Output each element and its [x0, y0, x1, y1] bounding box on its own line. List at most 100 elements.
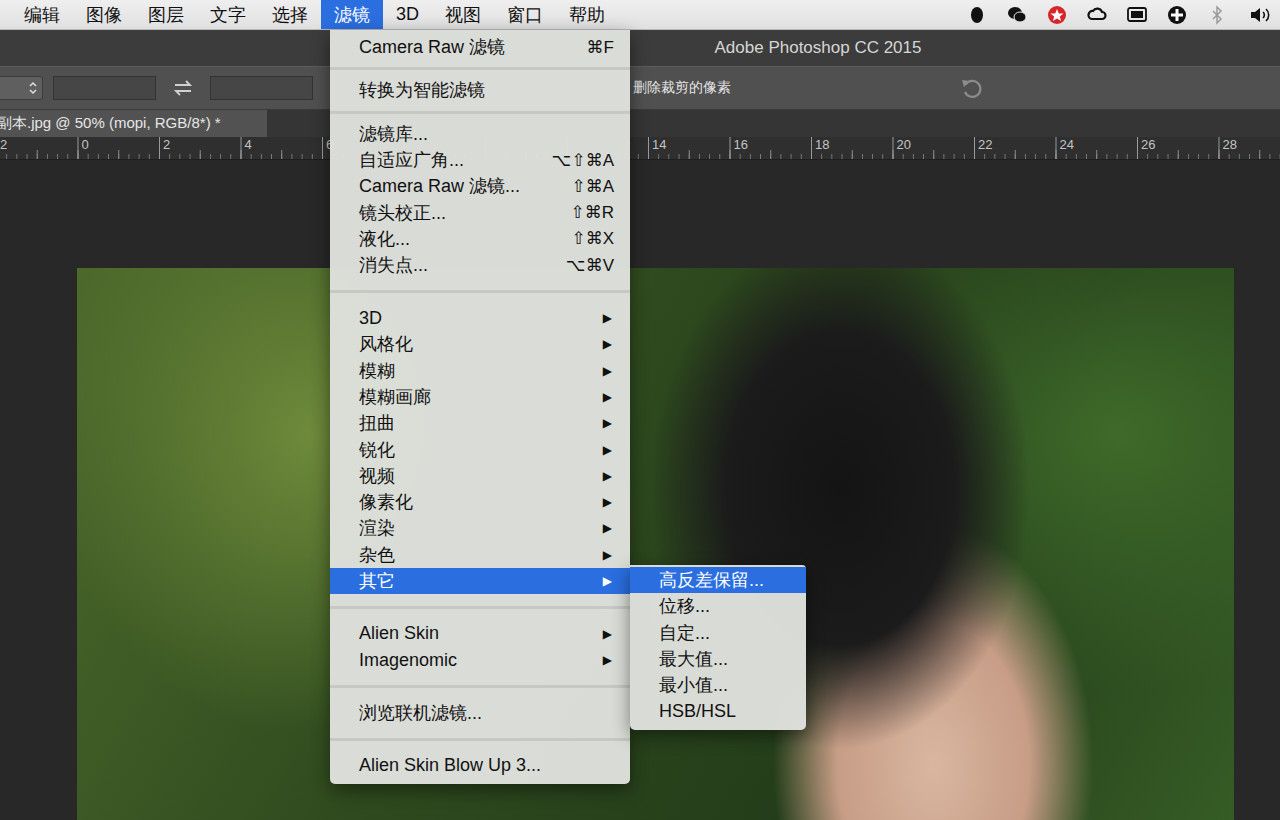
height-field[interactable] [210, 76, 313, 100]
menu-item-label: 风格化 [359, 332, 603, 356]
ruler-tick-label: 0 [79, 137, 161, 152]
menu-item[interactable]: 转换为智能滤镜 [330, 77, 630, 103]
submenu-item[interactable]: 最大值... [630, 646, 806, 672]
menu-bar-item[interactable]: 3D [383, 0, 432, 29]
menu-item-label: 浏览联机滤镜... [359, 701, 614, 725]
separator-line [330, 685, 630, 688]
menu-bar-item[interactable]: 选择 [259, 0, 321, 29]
submenu-item[interactable]: HSB/HSL [630, 698, 806, 724]
ruler-tick-group: 1416182022242628 [649, 137, 1280, 152]
wechat-icon[interactable] [1006, 4, 1028, 26]
menu-item[interactable]: 像素化▶ [330, 489, 630, 515]
menu-item-shortcut: ⇧⌘A [571, 176, 614, 197]
photo[interactable] [77, 268, 1234, 820]
menu-bar-item[interactable]: 编辑 [11, 0, 73, 29]
menu-item[interactable]: 模糊画廊▶ [330, 384, 630, 410]
menu-item[interactable]: 滤镜库... [330, 121, 630, 147]
menu-item-label: 像素化 [359, 490, 603, 514]
ruler-tick-label: 16 [731, 137, 813, 152]
menu-item[interactable]: Imagenomic▶ [330, 647, 630, 673]
menu-separator [330, 726, 630, 753]
width-field[interactable] [53, 76, 156, 100]
bluetooth-icon[interactable] [1206, 4, 1228, 26]
menu-bar-item[interactable]: 帮助 [556, 0, 618, 29]
separator-line [330, 111, 630, 114]
menu-item[interactable]: 扭曲▶ [330, 410, 630, 436]
menu-item[interactable]: Alien Skin Blow Up 3... [330, 753, 630, 779]
menu-item[interactable]: 锐化▶ [330, 436, 630, 462]
menu-item[interactable]: 镜头校正...⇧⌘R [330, 199, 630, 225]
separator-line [330, 738, 630, 741]
menu-bar-item[interactable]: 窗口 [494, 0, 556, 29]
volume-icon[interactable] [1246, 4, 1272, 26]
other-submenu: 高反差保留...位移...自定...最大值...最小值... HSB/HSL [630, 565, 806, 730]
ruler-tick-label: 4 [242, 137, 324, 152]
submenu-arrow: ▶ [603, 495, 614, 509]
menu-item-label: Alien Skin [359, 623, 603, 644]
menu-separator [330, 278, 630, 305]
menu-item[interactable]: Camera Raw 滤镜...⇧⌘A [330, 173, 630, 199]
submenu-item[interactable]: 位移... [630, 593, 806, 619]
menu-item[interactable]: 渲染▶ [330, 515, 630, 541]
menu-item[interactable]: 自适应广角...⌥⇧⌘A [330, 147, 630, 173]
submenu-arrow: ▶ [603, 311, 614, 325]
horizontal-ruler: 202461416182022242628 [0, 137, 1280, 160]
submenu-arrow: ▶ [603, 627, 614, 641]
menu-separator [330, 60, 630, 77]
red-star-icon[interactable] [1046, 4, 1068, 26]
menu-item[interactable]: 液化...⇧⌘X [330, 226, 630, 252]
submenu-arrow: ▶ [603, 469, 614, 483]
menu-bar: 编辑图像图层文字选择滤镜3D视图窗口帮助 [0, 0, 1280, 30]
menu-item-label: 液化... [359, 227, 571, 251]
submenu-item-label: 位移... [659, 594, 790, 618]
menu-item[interactable]: 杂色▶ [330, 542, 630, 568]
menu-item[interactable]: 模糊▶ [330, 357, 630, 383]
menu-item-label: 转换为智能滤镜 [359, 78, 614, 102]
display-icon[interactable] [1126, 4, 1148, 26]
submenu-item[interactable]: 高反差保留... [630, 567, 806, 593]
menu-item[interactable]: 浏览联机滤镜... [330, 700, 630, 726]
delete-cropped-pixels-label[interactable]: 删除裁剪的像素 [633, 79, 731, 97]
menu-item[interactable]: Alien Skin▶ [330, 621, 630, 647]
menu-item[interactable]: 3D▶ [330, 305, 630, 331]
menu-item[interactable]: 其它▶ [330, 568, 630, 594]
menu-item-label: 渲染 [359, 516, 603, 540]
separator-line [330, 606, 630, 609]
qq-penguin-icon[interactable] [966, 4, 988, 26]
ratio-dropdown[interactable] [0, 76, 43, 100]
menu-item-shortcut: ⇧⌘X [571, 228, 614, 249]
plus-circle-icon[interactable] [1166, 4, 1188, 26]
menu-bar-item[interactable]: 图像 [73, 0, 135, 29]
menu-bar-item[interactable]: 图层 [135, 0, 197, 29]
ruler-tick-label: 26 [1138, 137, 1220, 152]
submenu-arrow: ▶ [603, 548, 614, 562]
creative-cloud-icon[interactable] [1086, 4, 1108, 26]
menu-item-label: 锐化 [359, 438, 603, 462]
submenu-item-label: HSB/HSL [659, 701, 790, 722]
menu-item[interactable]: 消失点...⌥⌘V [330, 252, 630, 278]
menu-item-label: 3D [359, 308, 603, 329]
ruler-tick-label: 24 [1057, 137, 1139, 152]
submenu-arrow: ▶ [603, 574, 614, 588]
swap-arrows-icon[interactable] [172, 79, 194, 97]
status-icons [966, 0, 1280, 29]
reset-icon[interactable] [959, 76, 985, 100]
menu-item-label: Imagenomic [359, 650, 603, 671]
menu-item-label: 消失点... [359, 253, 566, 277]
menu-item[interactable]: 风格化▶ [330, 331, 630, 357]
menu-bar-item[interactable]: 滤镜 [321, 0, 383, 29]
menu-bar-item[interactable]: 文字 [197, 0, 259, 29]
menu-item-label: 视频 [359, 464, 603, 488]
submenu-item[interactable]: 最小值... [630, 672, 806, 698]
submenu-arrow: ▶ [603, 364, 614, 378]
menu-item-label: 其它 [359, 569, 603, 593]
document-tab[interactable]: 副本.jpg @ 50% (mopi, RGB/8*) * [0, 110, 267, 137]
menu-bar-item[interactable]: 视图 [432, 0, 494, 29]
menu-item[interactable]: Camera Raw 滤镜⌘F [330, 34, 630, 60]
submenu-arrow: ▶ [603, 443, 614, 457]
window-title: Adobe Photoshop CC 2015 [0, 30, 1280, 66]
menu-item[interactable]: 视频▶ [330, 463, 630, 489]
menu-item-label: Camera Raw 滤镜... [359, 174, 571, 198]
submenu-item[interactable]: 自定... [630, 620, 806, 646]
dropdown-chevron-icon [28, 81, 38, 95]
